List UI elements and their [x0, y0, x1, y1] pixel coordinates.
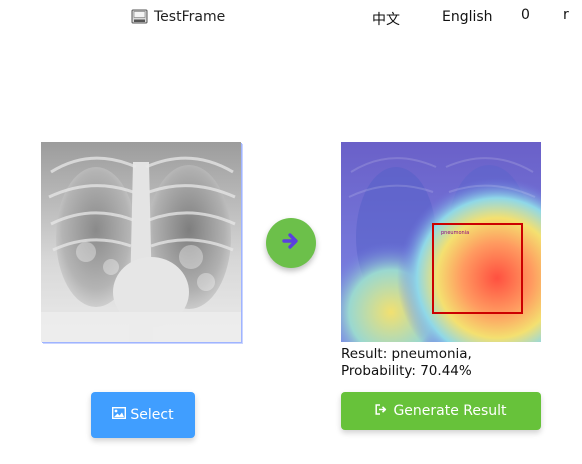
- lang-english-button[interactable]: English: [442, 9, 493, 25]
- image-icon: [112, 406, 127, 423]
- arrow-right-icon: [281, 231, 301, 255]
- input-xray-image: [41, 142, 241, 342]
- result-line: Result: pneumonia,: [341, 346, 472, 362]
- result-text: Result: pneumonia, Probability: 70.44%: [341, 346, 561, 380]
- generate-label: Generate Result: [393, 403, 507, 419]
- title-bar: TestFrame 中文 English 0 r: [0, 0, 582, 34]
- minimize-button[interactable]: 0: [521, 7, 530, 23]
- output-heatmap-image: pneumonia: [341, 142, 541, 342]
- generate-result-button[interactable]: Generate Result: [341, 392, 541, 430]
- select-button[interactable]: Select: [91, 392, 195, 438]
- app-title-text: TestFrame: [154, 9, 226, 25]
- disk-icon: [131, 9, 148, 25]
- select-label: Select: [130, 407, 174, 423]
- app-title: TestFrame: [131, 8, 225, 26]
- process-arrow-button[interactable]: [266, 218, 316, 268]
- close-button[interactable]: r: [563, 7, 569, 23]
- sign-out-icon: [375, 403, 387, 419]
- lang-chinese-button[interactable]: 中文: [372, 9, 400, 29]
- detection-box-label: pneumonia: [441, 230, 469, 236]
- probability-line: Probability: 70.44%: [341, 363, 472, 379]
